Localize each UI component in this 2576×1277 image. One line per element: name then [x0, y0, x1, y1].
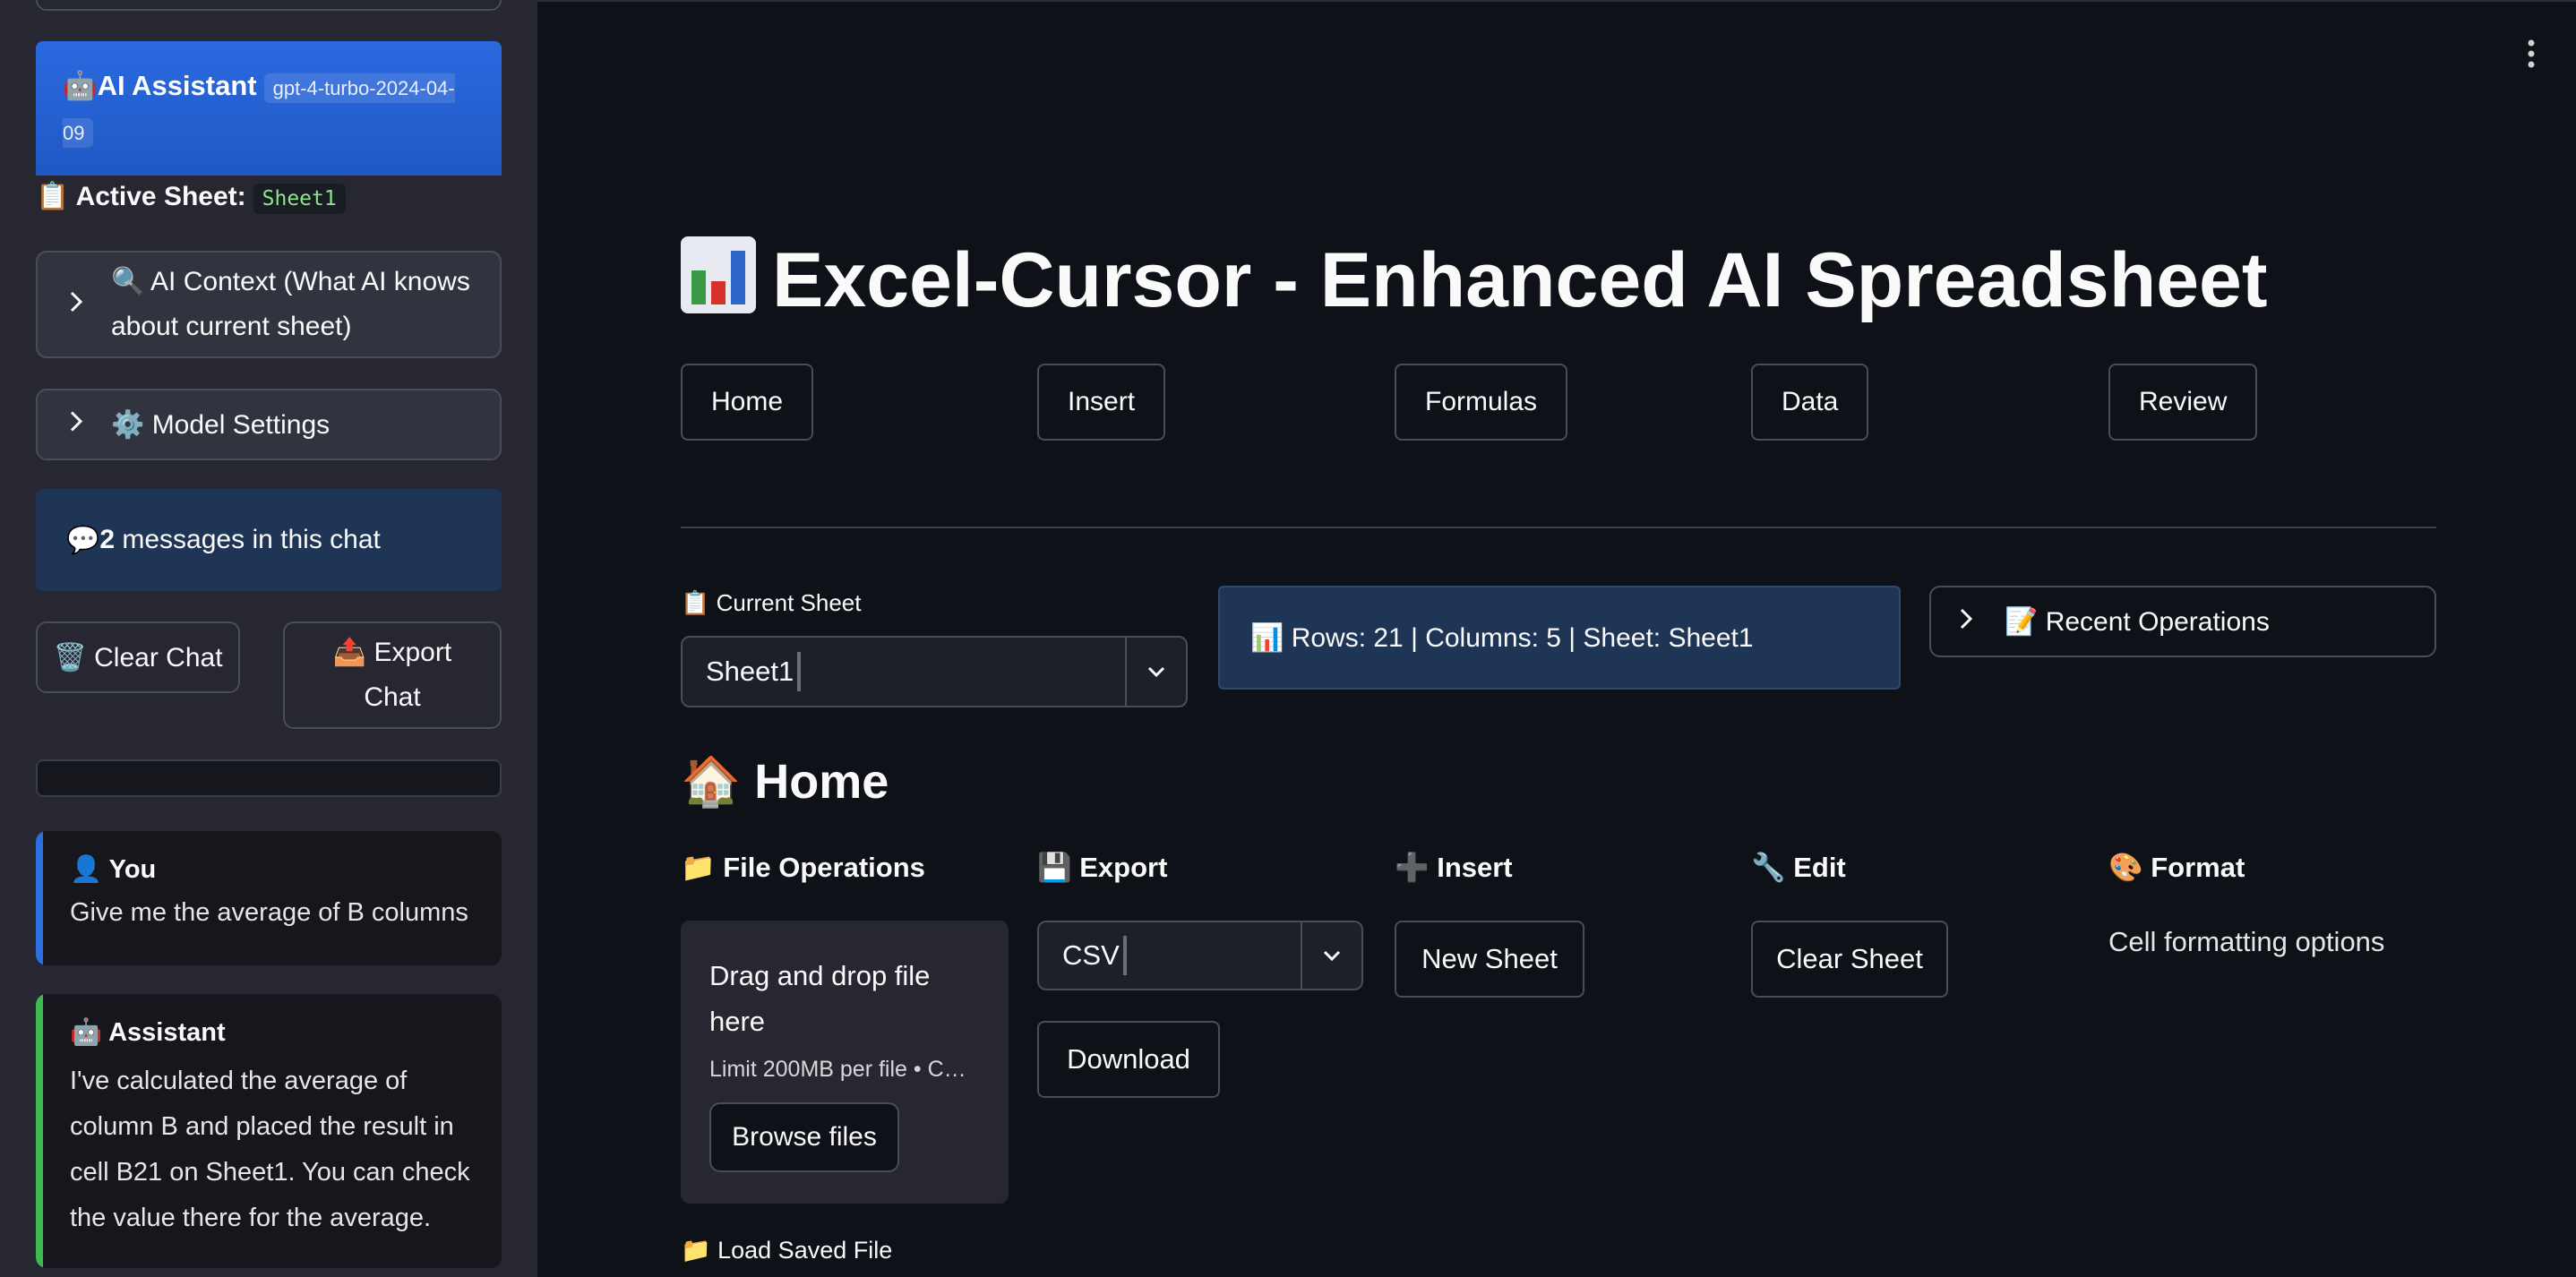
- text-cursor: [797, 652, 802, 691]
- export-format-select[interactable]: CSV: [1037, 921, 1363, 990]
- page-title: Excel-Cursor - Enhanced AI Spreadsheet: [681, 236, 2268, 332]
- message-count-suffix: messages in this chat: [115, 525, 381, 554]
- recent-operations-label: 📝 Recent Operations: [2005, 606, 2270, 637]
- section-title-home: 🏠 Home: [681, 755, 889, 809]
- export-format-value: CSV: [1062, 939, 1120, 971]
- dropzone-limit: Limit 200MB per file • C…: [709, 1057, 966, 1082]
- export-heading: 💾 Export: [1037, 852, 1168, 883]
- chat-message-assistant: 🤖 Assistant I've calculated the average …: [36, 994, 502, 1268]
- active-sheet-indicator: 📋 Active Sheet: Sheet1: [36, 181, 346, 214]
- chevron-down-icon[interactable]: [1301, 922, 1361, 989]
- browse-files-button[interactable]: Browse files: [709, 1102, 899, 1172]
- chat-empty-area: [36, 759, 502, 797]
- current-sheet-value: Sheet1: [706, 656, 794, 687]
- edit-heading: 🔧 Edit: [1751, 852, 1846, 883]
- ai-assistant-title: 🤖AI Assistant: [63, 70, 257, 101]
- ai-context-expander[interactable]: 🔍 AI Context (What AI knows about curren…: [36, 251, 502, 358]
- tab-review[interactable]: Review: [2108, 364, 2258, 441]
- dropzone-title: Drag and drop file here: [709, 960, 931, 1037]
- divider: [681, 527, 2436, 528]
- sheet-info-box: 📊 Rows: 21 | Columns: 5 | Sheet: Sheet1: [1218, 586, 1901, 690]
- format-heading: 🎨 Format: [2108, 852, 2245, 883]
- model-settings-expander[interactable]: ⚙️ Model Settings: [36, 389, 502, 460]
- active-sheet-label: 📋 Active Sheet:: [36, 182, 246, 211]
- message-count-number: 2: [99, 525, 116, 554]
- page-title-text: Excel-Cursor - Enhanced AI Spreadsheet: [772, 237, 2268, 323]
- current-sheet-select[interactable]: Sheet1: [681, 636, 1188, 707]
- chevron-right-icon: [1958, 605, 1974, 638]
- chat-role-assistant: 🤖 Assistant: [70, 1018, 226, 1047]
- tab-formulas[interactable]: Formulas: [1395, 364, 1568, 441]
- file-operations-heading: 📁 File Operations: [681, 852, 925, 883]
- format-description: Cell formatting options: [2108, 926, 2385, 957]
- chat-text-assistant: I've calculated the average of column B …: [70, 1067, 470, 1232]
- new-sheet-button[interactable]: New Sheet: [1395, 921, 1584, 998]
- sheet-info-text: 📊 Rows: 21 | Columns: 5 | Sheet: Sheet1: [1250, 622, 1754, 653]
- bar-chart-icon: [681, 236, 756, 332]
- sidebar-top-element: [36, 0, 502, 11]
- chevron-right-icon: [68, 408, 84, 441]
- model-settings-label: ⚙️ Model Settings: [111, 409, 331, 440]
- clear-sheet-button[interactable]: Clear Sheet: [1751, 921, 1948, 998]
- recent-operations-expander[interactable]: 📝 Recent Operations: [1929, 586, 2436, 657]
- sidebar: 🤖AI Assistant gpt-4-turbo-2024-04-09 📋 Ac…: [0, 0, 537, 1277]
- active-sheet-value: Sheet1: [253, 184, 346, 214]
- text-cursor: [1122, 936, 1127, 975]
- app-root: 🤖AI Assistant gpt-4-turbo-2024-04-09 📋 Ac…: [0, 0, 2576, 1277]
- kebab-menu-icon[interactable]: [2526, 38, 2537, 77]
- tab-data[interactable]: Data: [1751, 364, 1869, 441]
- message-count-info: 💬 2 messages in this chat: [36, 489, 502, 591]
- export-chat-button[interactable]: 📤 Export Chat: [283, 621, 502, 729]
- message-count-prefix: 💬: [66, 525, 100, 555]
- tab-home[interactable]: Home: [681, 364, 814, 441]
- ai-assistant-banner: 🤖AI Assistant gpt-4-turbo-2024-04-09: [36, 41, 502, 176]
- chevron-right-icon: [68, 282, 84, 327]
- ai-context-label: 🔍 AI Context (What AI knows about curren…: [111, 267, 470, 341]
- main-content: Excel-Cursor - Enhanced AI Spreadsheet H…: [537, 0, 2576, 1277]
- chat-role-user: 👤 You: [70, 855, 157, 884]
- download-button[interactable]: Download: [1037, 1021, 1220, 1098]
- load-saved-file-label: 📁 Load Saved File: [681, 1237, 893, 1264]
- chevron-down-icon[interactable]: [1125, 638, 1186, 706]
- chat-message-user: 👤 You Give me the average of B columns: [36, 831, 502, 965]
- chat-text-user: Give me the average of B columns: [70, 898, 468, 927]
- file-dropzone[interactable]: Drag and drop file here Limit 200MB per …: [681, 921, 1009, 1204]
- clear-chat-button[interactable]: 🗑️ Clear Chat: [36, 621, 240, 693]
- current-sheet-label: 📋 Current Sheet: [681, 589, 862, 616]
- tab-insert[interactable]: Insert: [1037, 364, 1166, 441]
- insert-heading: ➕ Insert: [1395, 852, 1513, 883]
